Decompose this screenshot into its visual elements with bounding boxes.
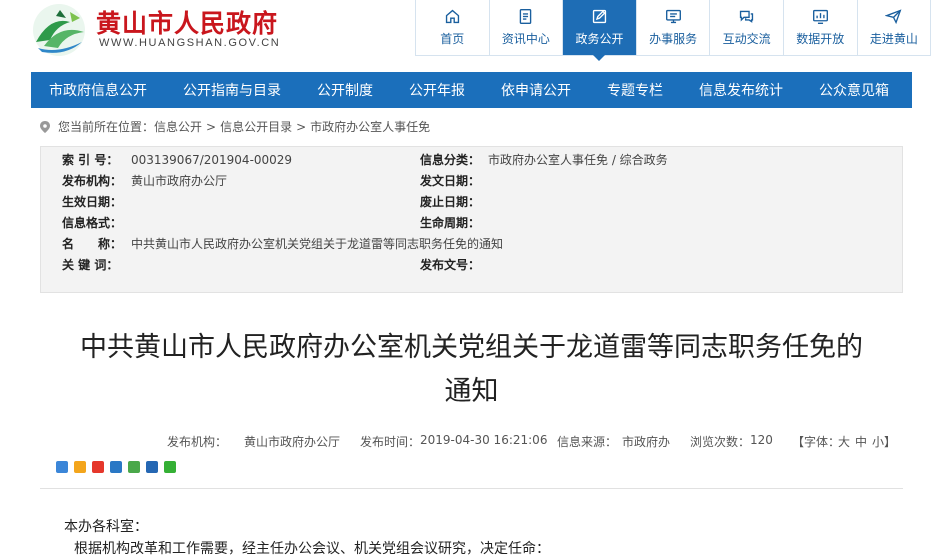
top-nav-gov-affairs[interactable]: 政务公开 xyxy=(563,0,637,61)
breadcrumb-item[interactable]: 信息公开 xyxy=(154,118,202,135)
divider xyxy=(40,488,903,489)
edit-icon xyxy=(592,9,607,24)
top-nav-label: 政务公开 xyxy=(575,32,624,46)
breadcrumb-item[interactable]: 市政府办公室人事任免 xyxy=(310,118,430,135)
info-row-keywords: 关 键 词： xyxy=(62,256,131,273)
main-nav-item[interactable]: 依申请公开 xyxy=(483,80,589,100)
meta-time-label: 发布时间： xyxy=(360,435,421,449)
info-row-effective: 生效日期： xyxy=(62,193,131,210)
meta-font-close: 】 xyxy=(884,435,897,449)
top-nav-home[interactable]: 首页 xyxy=(416,0,490,56)
article-paragraph: 本办各科室： xyxy=(64,519,148,535)
info-row-doc-no: 发布文号： xyxy=(420,256,488,273)
breadcrumb: 您当前所在位置： 信息公开 > 信息公开目录 > 市政府办公室人事任免 xyxy=(40,118,430,135)
home-icon xyxy=(445,9,459,24)
site-url: WWW.HUANGSHAN.GOV.CN xyxy=(99,37,281,49)
article-paragraph: 根据机构改革和工作需要，经主任办公会议、机关党组会议研究，决定任命： xyxy=(74,541,550,555)
meta-publisher: 黄山市政府办公厅 xyxy=(244,435,341,449)
info-row-lifecycle: 生命周期： xyxy=(420,214,488,231)
info-row-abolish: 废止日期： xyxy=(420,193,488,210)
info-label: 关 键 词： xyxy=(62,258,119,272)
main-nav-item[interactable]: 市政府信息公开 xyxy=(31,80,165,100)
top-nav-open-data[interactable]: 数据开放 xyxy=(783,0,858,56)
location-pin-icon xyxy=(40,120,50,133)
site-name: 黄山市人民政府 xyxy=(96,9,279,38)
font-size-medium-button[interactable]: 中 xyxy=(855,433,867,450)
meta-source: 市政府办 xyxy=(622,435,671,449)
breadcrumb-separator: > xyxy=(296,119,307,134)
font-size-small-button[interactable]: 小 xyxy=(872,433,884,450)
breadcrumb-prefix: 您当前所在位置： xyxy=(58,120,155,134)
info-label: 名 称： xyxy=(62,237,123,251)
info-label: 发布机构： xyxy=(62,174,123,188)
top-nav-label: 办事服务 xyxy=(649,32,698,46)
people-share-icon[interactable] xyxy=(146,461,158,473)
meta-views-label: 浏览次数： xyxy=(690,435,751,449)
info-label: 废止日期： xyxy=(420,195,481,209)
info-row-category: 信息分类： 市政府办公室人事任免 / 综合政务 xyxy=(420,151,668,168)
site-logo-icon[interactable] xyxy=(30,2,92,58)
renren-share-icon[interactable] xyxy=(110,461,122,473)
top-nav-interaction[interactable]: 互动交流 xyxy=(710,0,784,56)
info-value: 中共黄山市人民政府办公室机关党组关于龙道雷等同志职务任免的通知 xyxy=(131,237,504,251)
article-title-line: 通知 xyxy=(444,376,499,407)
article-body: 本办各科室： 根据机构改革和工作需要，经主任办公会议、机关党组会议研究，决定任命… xyxy=(64,516,550,555)
info-label: 发文日期： xyxy=(420,174,481,188)
top-nav: 首页 资讯中心 政务公开 办事服务 互动交流 数据开放 走进黄山 xyxy=(415,0,932,61)
main-nav-item[interactable]: 专题专栏 xyxy=(589,80,681,100)
breadcrumb-separator: > xyxy=(206,119,217,134)
monitor-icon xyxy=(665,9,681,24)
info-row-index: 索 引 号： 003139067/201904-00029 xyxy=(62,151,292,168)
info-row-name: 名 称： 中共黄山市人民政府办公室机关党组关于龙道雷等同志职务任免的通知 xyxy=(62,235,503,252)
main-nav: 市政府信息公开 公开指南与目录 公开制度 公开年报 依申请公开 专题专栏 信息发… xyxy=(31,72,912,108)
meta-font-open: 【字体： xyxy=(792,435,841,449)
top-nav-label: 首页 xyxy=(440,32,465,46)
article-title: 中共黄山市人民政府办公室机关党组关于龙道雷等同志职务任免的 通知 xyxy=(40,326,903,414)
info-label: 信息分类： xyxy=(420,153,481,167)
info-label: 生效日期： xyxy=(62,195,123,209)
chat-icon xyxy=(740,10,754,23)
main-nav-item[interactable]: 公众意见箱 xyxy=(801,80,907,100)
font-size-large-button[interactable]: 大 xyxy=(838,433,850,450)
info-label: 生命周期： xyxy=(420,216,481,230)
info-value: 003139067/201904-00029 xyxy=(131,153,293,167)
article-title-line: 中共黄山市人民政府办公室机关党组关于龙道雷等同志职务任免的 xyxy=(80,332,863,363)
top-nav-label: 数据开放 xyxy=(796,32,845,46)
info-row-doc-date: 发文日期： xyxy=(420,172,488,189)
info-row-publisher: 发布机构： 黄山市政府办公厅 xyxy=(62,172,227,189)
main-nav-item[interactable]: 公开制度 xyxy=(299,80,391,100)
favorite-share-icon[interactable] xyxy=(74,461,86,473)
chart-icon xyxy=(812,9,828,24)
meta-source-label: 信息来源： xyxy=(557,435,618,449)
main-nav-item[interactable]: 信息发布统计 xyxy=(681,80,801,100)
info-metadata-table: 索 引 号： 003139067/201904-00029 信息分类： 市政府办公室… xyxy=(40,146,903,293)
qzone-share-icon[interactable] xyxy=(56,461,68,473)
share-bar xyxy=(56,461,182,473)
weibo-share-icon[interactable] xyxy=(92,461,104,473)
info-row-format: 信息格式： xyxy=(62,214,131,231)
info-value: 黄山市政府办公厅 xyxy=(131,174,228,188)
breadcrumb-item[interactable]: 信息公开目录 xyxy=(220,118,292,135)
info-label: 信息格式： xyxy=(62,216,123,230)
info-value: 市政府办公室人事任免 / 综合政务 xyxy=(488,153,668,167)
top-nav-news[interactable]: 资讯中心 xyxy=(489,0,564,56)
main-nav-item[interactable]: 公开年报 xyxy=(391,80,483,100)
meta-time: 2019-04-30 16:21:06 xyxy=(420,433,548,447)
info-label: 发布文号： xyxy=(420,258,481,272)
main-nav-item[interactable]: 公开指南与目录 xyxy=(165,80,299,100)
document-icon xyxy=(520,9,532,24)
meta-views: 120 xyxy=(750,433,773,447)
info-label: 索 引 号： xyxy=(62,153,119,167)
top-nav-label: 互动交流 xyxy=(722,32,771,46)
meta-publisher-label: 发布机构： xyxy=(167,435,228,449)
top-nav-label: 资讯中心 xyxy=(501,32,550,46)
wechat-share-icon[interactable] xyxy=(164,461,176,473)
douban-share-icon[interactable] xyxy=(128,461,140,473)
top-nav-services[interactable]: 办事服务 xyxy=(636,0,711,56)
site-header: 黄山市人民政府 WWW.HUANGSHAN.GOV.CN 首页 资讯中心 政务公… xyxy=(0,0,936,61)
plane-icon xyxy=(885,9,902,25)
top-nav-label: 走进黄山 xyxy=(869,32,918,46)
top-nav-about[interactable]: 走进黄山 xyxy=(857,0,932,56)
